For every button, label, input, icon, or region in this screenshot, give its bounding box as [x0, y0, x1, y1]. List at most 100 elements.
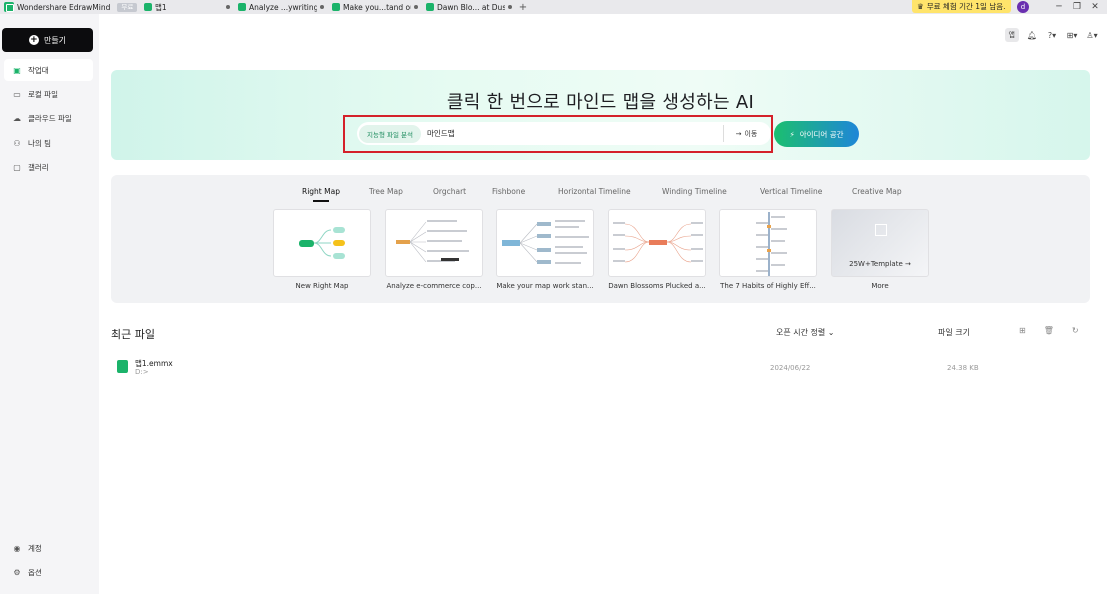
document-icon	[332, 3, 340, 11]
sidebar-item-label: 클라우드 파일	[28, 113, 72, 123]
edrawmind-logo-icon	[4, 2, 14, 12]
tab-label: Make you...tand out	[343, 2, 411, 12]
create-button[interactable]: + 만들기	[2, 28, 93, 52]
tab-creative-map[interactable]: Creative Map	[852, 187, 902, 196]
template-card-label: Make your map work stan...	[496, 282, 594, 290]
shirt-theme-icon[interactable]: ♙▾	[1085, 28, 1099, 42]
mindmap-thumbnail	[613, 222, 703, 263]
lightning-icon: ⚡	[789, 129, 795, 139]
sidebar-item-gallery[interactable]: ▢ 갤러리	[4, 156, 93, 178]
trash-icon[interactable]: 🗑︎	[1044, 326, 1054, 335]
app-button[interactable]: 앱	[1004, 28, 1019, 42]
account-icon: ◉	[13, 543, 21, 553]
help-icon[interactable]: ?▾	[1045, 28, 1059, 42]
unsaved-dot-icon[interactable]	[320, 5, 324, 9]
file-path: D:>	[135, 368, 149, 376]
sidebar-item-my-team[interactable]: ⚇ 나의 팀	[4, 132, 93, 154]
sidebar-item-options[interactable]: ⚙ 옵션	[4, 563, 93, 581]
tab-right-map[interactable]: Right Map	[302, 187, 340, 202]
workbench-icon: ▣	[13, 65, 21, 75]
template-tabs: Right Map Tree Map Orgchart Fishbone Hor…	[111, 187, 1090, 202]
recent-file-row[interactable]: 맵1.emmx D:> 2024/06/22 24.38 KB	[111, 354, 1091, 382]
trial-text: 무료 체험 기간 1일 남음.	[926, 2, 1006, 11]
close-icon[interactable]: ✕	[1088, 1, 1102, 13]
recent-files-title: 최근 파일	[111, 328, 155, 341]
tab-horizontal-timeline[interactable]: Horizontal Timeline	[558, 187, 631, 196]
mindmap-thumbnail	[502, 220, 589, 264]
mindmap-thumbnail	[396, 220, 469, 263]
sidebar-item-local-files[interactable]: ▭ 로컬 파일	[4, 83, 93, 105]
gear-icon: ⚙	[13, 567, 21, 577]
sidebar-item-cloud-files[interactable]: ☁ 클라우드 파일	[4, 107, 93, 129]
idea-space-button[interactable]: ⚡ 아이디어 공간	[774, 121, 859, 147]
unsaved-dot-icon[interactable]	[508, 5, 512, 9]
file-size-header: 파일 크기	[938, 328, 970, 337]
sidebar-item-label: 옵션	[28, 567, 42, 577]
cloud-icon: ☁	[13, 113, 21, 123]
right-map-thumbnail	[299, 227, 345, 259]
template-card-dawn-blossoms[interactable]	[608, 209, 706, 277]
top-toolbar: 앱 🔔︎ ?▾ ⊞▾ ♙▾	[1004, 28, 1099, 42]
sidebar-item-workbench[interactable]: ▣ 작업대	[4, 59, 93, 81]
grid-view-icon[interactable]: ⊞	[1019, 326, 1026, 335]
folder-icon: ▭	[13, 89, 21, 99]
grid-menu-icon[interactable]: ⊞▾	[1065, 28, 1079, 42]
sort-label: 오픈 시간 정렬	[776, 328, 826, 337]
template-card-more[interactable]: 25W+Template →	[831, 209, 929, 277]
idea-space-label: 아이디어 공간	[799, 129, 844, 139]
template-card-new-right-map[interactable]	[273, 209, 371, 277]
sidebar-item-label: 나의 팀	[28, 138, 52, 148]
avatar[interactable]: d	[1017, 1, 1029, 13]
crown-icon: ♛	[917, 2, 924, 11]
tab-winding-timeline[interactable]: Winding Timeline	[662, 187, 727, 196]
trial-banner[interactable]: ♛ 무료 체험 기간 1일 남음.	[912, 0, 1011, 13]
file-date: 2024/06/22	[770, 364, 811, 372]
unsaved-dot-icon[interactable]	[226, 5, 230, 9]
arrow-right-icon: →	[905, 260, 911, 268]
document-tabs: 맵1 Analyze ...ywriting Make you...tand o…	[140, 0, 530, 14]
minimize-icon[interactable]: ─	[1052, 1, 1066, 13]
bell-icon[interactable]: 🔔︎	[1025, 28, 1039, 42]
refresh-icon[interactable]: ↻	[1072, 326, 1079, 335]
template-card-label: New Right Map	[295, 282, 349, 290]
sidebar: + 만들기 ▣ 작업대 ▭ 로컬 파일 ☁ 클라우드 파일 ⚇ 나의 팀 ▢ 갤…	[0, 14, 99, 594]
tab-doc-3[interactable]: Make you...tand out	[328, 0, 422, 14]
tab-fishbone[interactable]: Fishbone	[492, 187, 525, 196]
new-tab-plus-icon[interactable]: +	[516, 2, 530, 13]
app-name: Wondershare EdrawMind	[17, 2, 111, 12]
app-brand: Wondershare EdrawMind 무료	[0, 2, 140, 12]
tab-doc-1[interactable]: 맵1	[140, 0, 234, 14]
template-gallery-icon	[875, 224, 887, 236]
template-card-ecommerce[interactable]	[385, 209, 483, 277]
tab-doc-4[interactable]: Dawn Blo... at Dusk	[422, 0, 516, 14]
sort-dropdown[interactable]: 오픈 시간 정렬 ⌄	[776, 327, 835, 338]
arrow-right-icon: →	[735, 129, 742, 138]
plus-icon: +	[28, 35, 39, 45]
template-count-overlay: 25W+Template →	[832, 260, 928, 268]
sidebar-item-label: 계정	[28, 543, 42, 553]
template-card-7-habits[interactable]	[719, 209, 817, 277]
tab-orgchart[interactable]: Orgchart	[433, 187, 466, 196]
free-badge: 무료	[117, 2, 138, 12]
go-button[interactable]: → 이동	[723, 125, 769, 142]
sidebar-item-account[interactable]: ◉ 계정	[4, 539, 93, 557]
tab-tree-map[interactable]: Tree Map	[369, 187, 403, 196]
document-icon	[426, 3, 434, 11]
template-card-make-map[interactable]	[496, 209, 594, 277]
chevron-down-icon: ⌄	[827, 328, 835, 337]
tab-doc-2[interactable]: Analyze ...ywriting	[234, 0, 328, 14]
tab-label: Analyze ...ywriting	[249, 2, 317, 12]
unsaved-dot-icon[interactable]	[414, 5, 418, 9]
team-icon: ⚇	[13, 138, 21, 148]
ai-hero-banner: 클릭 한 번으로 마인드 맵을 생성하는 AI 지능형 파일 분석 마인드맵 →…	[111, 70, 1090, 160]
smart-file-analysis-chip[interactable]: 지능형 파일 분석	[359, 124, 421, 143]
tab-vertical-timeline[interactable]: Vertical Timeline	[760, 187, 822, 196]
ai-search-input[interactable]: 마인드맵	[427, 128, 723, 139]
ai-search-field[interactable]: 지능형 파일 분석 마인드맵 → 이동	[357, 122, 771, 145]
template-panel: Right Map Tree Map Orgchart Fishbone Hor…	[111, 175, 1090, 303]
template-card-label: Analyze e-commerce cop...	[386, 282, 482, 290]
title-bar: Wondershare EdrawMind 무료 맵1 Analyze ...y…	[0, 0, 1107, 14]
template-count-text: 25W+Template	[849, 260, 903, 268]
restore-icon[interactable]: ❐	[1070, 1, 1084, 13]
main-area: 앱 🔔︎ ?▾ ⊞▾ ♙▾ 클릭 한 번으로 마인드 맵을 생성하는 AI 지능…	[99, 14, 1107, 594]
